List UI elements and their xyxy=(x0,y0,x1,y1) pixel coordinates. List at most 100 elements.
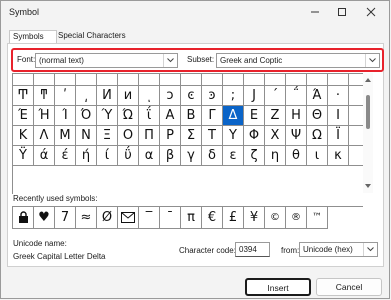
symbol-cell[interactable] xyxy=(223,74,244,86)
symbol-cell[interactable]: ι xyxy=(307,146,328,166)
symbol-cell[interactable] xyxy=(244,74,265,86)
symbol-cell[interactable] xyxy=(97,74,118,86)
maximize-button[interactable] xyxy=(328,3,356,21)
symbol-cell[interactable]: ΄ xyxy=(265,86,286,106)
scroll-up-icon[interactable] xyxy=(365,77,371,83)
symbol-cell[interactable]: β xyxy=(160,146,181,166)
symbol-cell[interactable]: Ͳ xyxy=(13,86,34,106)
recent-symbol-cell[interactable]: ≈ xyxy=(76,207,97,229)
symbol-cell[interactable]: δ xyxy=(202,146,223,166)
symbol-cell[interactable]: Τ xyxy=(202,126,223,146)
symbol-cell[interactable]: Ή xyxy=(34,106,55,126)
subset-combobox[interactable]: Greek and Coptic xyxy=(216,53,380,68)
recent-symbol-cell[interactable]: ‾ xyxy=(139,207,160,229)
symbol-cell[interactable]: Ζ xyxy=(265,106,286,126)
symbol-cell[interactable]: Θ xyxy=(307,106,328,126)
symbol-cell[interactable] xyxy=(265,74,286,86)
symbol-cell[interactable]: Η xyxy=(286,106,307,126)
from-dropdown-button[interactable] xyxy=(363,243,377,256)
symbol-cell[interactable]: Ί xyxy=(55,106,76,126)
symbol-cell[interactable]: α xyxy=(139,146,160,166)
recent-symbol-cell[interactable]: € xyxy=(202,207,223,229)
symbol-cell[interactable]: έ xyxy=(55,146,76,166)
symbol-cell[interactable]: Δ xyxy=(223,106,244,126)
font-combobox[interactable]: (normal text) xyxy=(35,53,178,68)
close-button[interactable] xyxy=(357,3,385,21)
symbol-cell[interactable]: ͽ xyxy=(202,86,223,106)
symbol-cell[interactable]: Κ xyxy=(13,126,34,146)
symbol-cell[interactable]: Έ xyxy=(13,106,34,126)
symbol-cell[interactable]: Σ xyxy=(181,126,202,146)
symbol-cell[interactable]: Ν xyxy=(76,126,97,146)
symbol-cell[interactable]: · xyxy=(328,86,349,106)
recent-symbol-cell[interactable]: © xyxy=(265,207,286,229)
font-dropdown-button[interactable] xyxy=(163,54,177,67)
from-combobox[interactable]: Unicode (hex) xyxy=(299,242,378,257)
symbol-cell[interactable] xyxy=(55,74,76,86)
symbol-cell[interactable]: ͺ xyxy=(139,86,160,106)
symbol-cell[interactable]: Ψ xyxy=(286,126,307,146)
symbol-cell[interactable]: Ϊ xyxy=(328,126,349,146)
minimize-button[interactable] xyxy=(301,3,329,21)
symbol-cell[interactable]: ͷ xyxy=(118,86,139,106)
recent-symbol-cell[interactable]: ♥ xyxy=(34,207,55,229)
symbol-cell[interactable]: Ͷ xyxy=(97,86,118,106)
symbol-cell[interactable]: ͻ xyxy=(160,86,181,106)
symbol-cell[interactable]: ʹ xyxy=(55,86,76,106)
symbol-cell[interactable]: Γ xyxy=(202,106,223,126)
symbol-cell[interactable] xyxy=(34,74,55,86)
symbol-cell[interactable] xyxy=(139,74,160,86)
symbol-cell[interactable]: ε xyxy=(223,146,244,166)
symbol-grid-scrollbar[interactable] xyxy=(363,73,373,193)
symbol-cell[interactable] xyxy=(307,74,328,86)
scrollbar-thumb[interactable] xyxy=(366,95,370,129)
symbol-cell[interactable]: ͼ xyxy=(181,86,202,106)
symbol-cell[interactable]: Β xyxy=(181,106,202,126)
recent-symbol-cell[interactable]: ™ xyxy=(307,207,328,229)
recent-symbols-grid[interactable]: ♥ 7 ≈ Ø ‾ ¯ π € £ ¥ © ® ™ xyxy=(12,206,363,229)
symbol-cell[interactable] xyxy=(76,74,97,86)
envelope-icon[interactable] xyxy=(118,207,139,229)
symbol-cell[interactable] xyxy=(160,74,181,86)
symbol-cell[interactable]: Ά xyxy=(307,86,328,106)
symbol-cell[interactable]: Π xyxy=(139,126,160,146)
symbol-cell[interactable]: ά xyxy=(34,146,55,166)
symbol-cell[interactable]: ί xyxy=(97,146,118,166)
symbol-cell[interactable] xyxy=(202,74,223,86)
tab-special-characters[interactable]: Special Characters xyxy=(55,30,133,43)
recent-symbol-cell[interactable]: Ø xyxy=(97,207,118,229)
symbol-cell[interactable]: Ϋ xyxy=(13,146,34,166)
symbol-cell[interactable]: Ι xyxy=(328,106,349,126)
symbol-cell[interactable]: Α xyxy=(160,106,181,126)
symbol-cell[interactable]: Λ xyxy=(34,126,55,146)
symbol-cell[interactable]: Ώ xyxy=(118,106,139,126)
character-code-field[interactable]: 0394 xyxy=(235,242,270,257)
recent-symbol-cell[interactable]: π xyxy=(181,207,202,229)
symbol-cell[interactable]: Ϳ xyxy=(244,86,265,106)
symbol-cell[interactable] xyxy=(181,74,202,86)
symbol-cell[interactable]: ζ xyxy=(244,146,265,166)
symbol-cell[interactable]: Υ xyxy=(223,126,244,146)
lock-icon[interactable] xyxy=(13,207,34,229)
symbol-cell[interactable]: Φ xyxy=(244,126,265,146)
symbol-cell[interactable]: Μ xyxy=(55,126,76,146)
scroll-down-icon[interactable] xyxy=(365,183,371,189)
symbol-cell[interactable] xyxy=(328,74,349,86)
symbol-cell[interactable]: κ xyxy=(328,146,349,166)
symbol-cell[interactable]: θ xyxy=(286,146,307,166)
recent-symbol-cell[interactable]: ® xyxy=(286,207,307,229)
recent-symbol-cell[interactable]: £ xyxy=(223,207,244,229)
symbol-cell[interactable]: Ξ xyxy=(97,126,118,146)
recent-symbol-cell[interactable]: 7 xyxy=(55,207,76,229)
symbol-cell[interactable]: ͳ xyxy=(34,86,55,106)
symbol-cell[interactable] xyxy=(286,74,307,86)
cancel-button[interactable]: Cancel xyxy=(316,278,382,296)
recent-symbol-cell[interactable]: ¥ xyxy=(244,207,265,229)
symbol-cell[interactable]: ΰ xyxy=(118,146,139,166)
subset-dropdown-button[interactable] xyxy=(365,54,379,67)
symbol-cell[interactable]: Ε xyxy=(244,106,265,126)
insert-button[interactable]: Insert xyxy=(245,278,311,296)
symbol-grid[interactable]: Ͳͳ ʹ ͵ Ͷͷ ͺ ͻ ͼ ͽ; Ϳ ΄ ΅ Ά · Έ Ή Ί Ό Ύ Ώΐ Α Β Γ Δ Ε Ζ Η Θ Ι Κ Λ Μ Ν Ξ Ο Π Ρ… xyxy=(12,73,370,194)
symbol-cell[interactable] xyxy=(118,74,139,86)
symbol-cell[interactable]: ΐ xyxy=(139,106,160,126)
